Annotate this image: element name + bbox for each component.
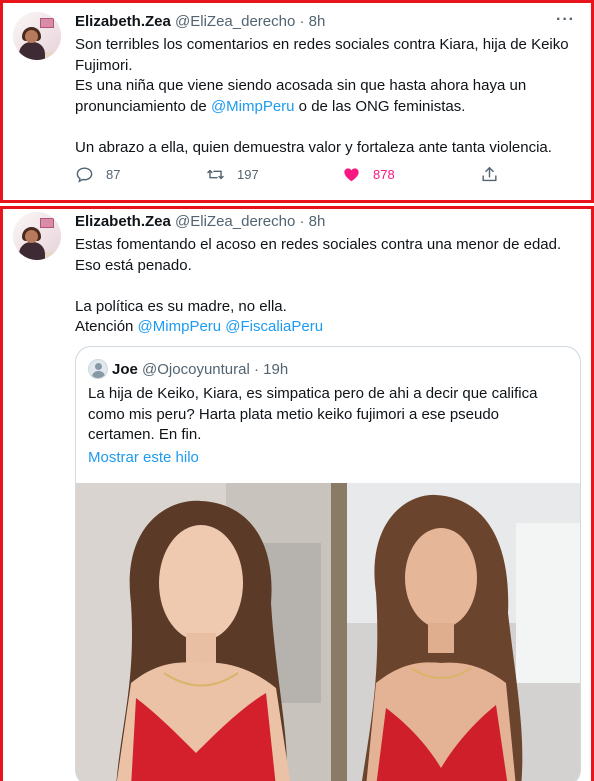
tweet-line: Estas fomentando el acoso en redes socia… bbox=[75, 236, 562, 253]
separator: · bbox=[299, 13, 305, 30]
reply-icon bbox=[76, 167, 93, 183]
mention-link[interactable]: @FiscaliaPeru bbox=[225, 318, 323, 335]
quoted-author-avatar bbox=[88, 359, 108, 379]
tweet-line-text: Atención bbox=[75, 318, 138, 335]
timestamp[interactable]: 8h bbox=[309, 13, 326, 30]
quoted-tweet-photo[interactable] bbox=[76, 483, 580, 781]
tweet-line: Eso está penado. bbox=[75, 256, 192, 274]
author-handle[interactable]: @EliZea_derecho bbox=[175, 213, 295, 230]
tweet-line-text: pronunciamiento de bbox=[75, 97, 211, 115]
quoted-author-name: Joe bbox=[112, 360, 138, 378]
quoted-line: certamen. En fin. bbox=[88, 426, 202, 443]
author-avatar[interactable] bbox=[13, 12, 61, 60]
tweet-line: Es una niña que viene siendo acosada sin… bbox=[75, 77, 527, 94]
heart-icon bbox=[344, 168, 359, 182]
tweet-line: La política es su madre, no ella. bbox=[75, 297, 287, 315]
tweet-header: Elizabeth.Zea @EliZea_derecho · 8h bbox=[75, 213, 325, 230]
retweet-count: 197 bbox=[237, 167, 259, 182]
quoted-timestamp: 19h bbox=[263, 360, 289, 378]
tweet-line: Atención @MimpPeru @FiscaliaPeru bbox=[75, 317, 575, 338]
quoted-tweet-text: La hija de Keiko, Kiara, es simpatica pe… bbox=[88, 384, 537, 446]
action-bar: 87 197 878 bbox=[75, 165, 535, 187]
separator: · bbox=[253, 360, 259, 378]
author-name[interactable]: Elizabeth.Zea bbox=[75, 13, 171, 30]
tweet-header: Elizabeth.Zea @EliZea_derecho · 8h bbox=[75, 13, 325, 30]
author-handle[interactable]: @EliZea_derecho bbox=[175, 13, 295, 30]
tweet-line: pronunciamiento de @MimpPeru o de las ON… bbox=[75, 97, 575, 118]
quoted-line: La hija de Keiko, Kiara, es simpatica pe… bbox=[88, 385, 538, 402]
retweet-icon bbox=[207, 169, 224, 180]
quoted-author-handle: @Ojocoyuntural bbox=[142, 360, 250, 378]
author-name[interactable]: Elizabeth.Zea bbox=[75, 213, 171, 230]
share-icon bbox=[482, 167, 497, 182]
tweet-text: Son terribles los comentarios en redes s… bbox=[75, 35, 575, 158]
tweet-line: Fujimori. bbox=[75, 56, 133, 74]
share-button[interactable] bbox=[480, 165, 511, 184]
author-avatar[interactable] bbox=[13, 212, 61, 260]
quoted-line: como mis peru? Harta plata metio keiko f… bbox=[88, 405, 500, 423]
like-count: 878 bbox=[373, 167, 395, 182]
retweet-button[interactable]: 197 bbox=[206, 165, 259, 184]
separator: · bbox=[299, 213, 305, 230]
quoted-tweet-header: Joe @Ojocoyuntural · 19h bbox=[88, 359, 288, 379]
tweet-card[interactable]: Elizabeth.Zea @EliZea_derecho · 8h Estas… bbox=[0, 206, 594, 781]
timestamp[interactable]: 8h bbox=[309, 213, 326, 230]
reply-button[interactable]: 87 bbox=[75, 165, 120, 184]
tweet-card[interactable]: Elizabeth.Zea @EliZea_derecho · 8h ··· S… bbox=[0, 0, 594, 203]
mention-link[interactable]: @MimpPeru bbox=[138, 318, 222, 335]
photo-image bbox=[76, 483, 580, 781]
tweet-line: Un abrazo a ella, quien demuestra valor … bbox=[75, 138, 552, 156]
tweet-line: Son terribles los comentarios en redes s… bbox=[75, 36, 569, 53]
tweet-line-text: o de las ONG feministas. bbox=[294, 97, 466, 115]
like-button[interactable]: 878 bbox=[342, 165, 395, 184]
tweet-text: Estas fomentando el acoso en redes socia… bbox=[75, 235, 575, 338]
more-dots-icon[interactable]: ··· bbox=[556, 11, 575, 29]
quoted-tweet[interactable]: Joe @Ojocoyuntural · 19h La hija de Keik… bbox=[75, 346, 581, 781]
reply-count: 87 bbox=[106, 167, 121, 182]
show-thread-link[interactable]: Mostrar este hilo bbox=[88, 449, 199, 466]
mention-link[interactable]: @MimpPeru bbox=[211, 98, 295, 115]
